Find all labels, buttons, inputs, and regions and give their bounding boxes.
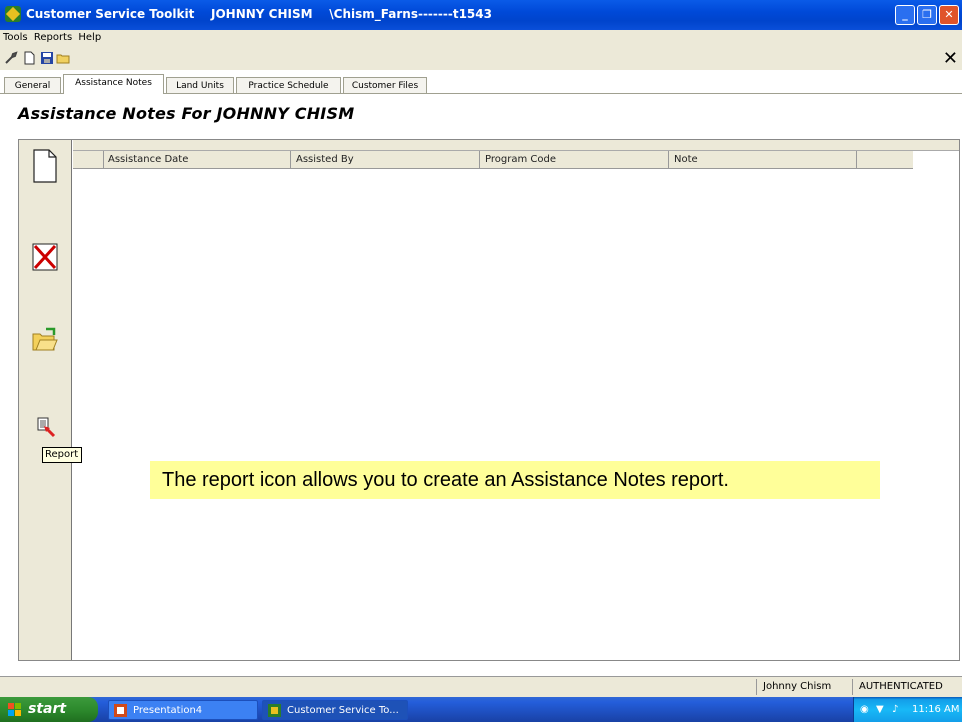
toolkit-icon — [5, 6, 21, 22]
window-controls: _ ❐ ✕ — [895, 5, 959, 25]
menu-tools[interactable]: Tools — [3, 32, 28, 43]
status-user: Johnny Chism — [756, 679, 852, 695]
wrench-icon[interactable] — [4, 51, 18, 65]
network-icon[interactable]: ◉ — [860, 697, 869, 722]
window-title: Customer Service Toolkit JOHNNY CHISM \C… — [26, 7, 492, 21]
grid-row-selector-header — [73, 151, 104, 168]
tutorial-callout: The report icon allows you to create an … — [150, 461, 880, 499]
volume-icon[interactable]: ♪ — [892, 697, 898, 722]
start-label: start — [28, 701, 67, 717]
status-auth: AUTHENTICATED — [852, 679, 962, 695]
notes-grid[interactable]: Assistance Date Assisted By Program Code… — [73, 140, 959, 660]
taskbar-item-label: Presentation4 — [133, 705, 203, 716]
taskbar: start Presentation4 Customer Service To.… — [0, 697, 962, 722]
taskbar-item-presentation[interactable]: Presentation4 — [108, 700, 258, 720]
menu-help[interactable]: Help — [78, 32, 101, 43]
tab-land-units[interactable]: Land Units — [166, 77, 234, 93]
new-document-icon — [33, 149, 57, 183]
column-program-code[interactable]: Program Code — [480, 151, 669, 168]
start-button[interactable]: start — [0, 697, 98, 722]
system-tray: ◉ ▼ ♪ 11:16 AM — [853, 697, 962, 722]
tab-practice-schedule[interactable]: Practice Schedule — [236, 77, 341, 93]
powerpoint-icon — [114, 704, 127, 717]
window-title-bar[interactable]: Customer Service Toolkit JOHNNY CHISM \C… — [0, 0, 962, 30]
report-icon — [37, 417, 56, 438]
report-tooltip: Report — [42, 447, 82, 463]
close-icon[interactable]: ✕ — [939, 5, 959, 25]
open-folder-icon[interactable] — [56, 51, 70, 65]
delete-note-button[interactable] — [31, 242, 59, 272]
page-title: Assistance Notes For JOHNNY CHISM — [18, 104, 355, 123]
open-note-button[interactable] — [31, 324, 59, 354]
action-sidebar — [19, 140, 72, 660]
column-assistance-date[interactable]: Assistance Date — [103, 151, 291, 168]
tab-general[interactable]: General — [4, 77, 61, 93]
open-folder-arrow-icon — [32, 327, 58, 351]
status-bar: Johnny Chism AUTHENTICATED — [0, 676, 962, 697]
taskbar-item-customer-service[interactable]: Customer Service To... — [262, 700, 408, 720]
grid-group-bar — [73, 140, 959, 151]
menu-reports[interactable]: Reports — [34, 32, 72, 43]
toolkit-icon — [268, 704, 281, 717]
windows-flag-icon — [8, 703, 21, 716]
close-form-icon[interactable]: ✕ — [943, 48, 958, 69]
save-icon[interactable] — [40, 51, 54, 65]
tab-strip: General Assistance Notes Land Units Prac… — [0, 74, 962, 94]
new-note-button[interactable] — [31, 148, 59, 184]
tab-customer-files[interactable]: Customer Files — [343, 77, 427, 93]
restore-icon[interactable]: ❐ — [917, 5, 937, 25]
red-x-delete-icon — [32, 243, 58, 271]
report-button[interactable] — [31, 413, 59, 443]
tab-assistance-notes[interactable]: Assistance Notes — [63, 74, 164, 94]
clock[interactable]: 11:16 AM — [912, 697, 959, 722]
menu-bar: Tools Reports Help — [0, 30, 962, 46]
toolbar — [0, 46, 962, 70]
taskbar-item-label: Customer Service To... — [287, 705, 399, 716]
shield-icon[interactable]: ▼ — [876, 697, 884, 722]
minimize-icon[interactable]: _ — [895, 5, 915, 25]
grid-header: Assistance Date Assisted By Program Code… — [73, 151, 913, 169]
notes-panel: Assistance Date Assisted By Program Code… — [18, 139, 960, 661]
new-document-icon[interactable] — [22, 51, 36, 65]
column-assisted-by[interactable]: Assisted By — [291, 151, 480, 168]
column-note[interactable]: Note — [669, 151, 857, 168]
